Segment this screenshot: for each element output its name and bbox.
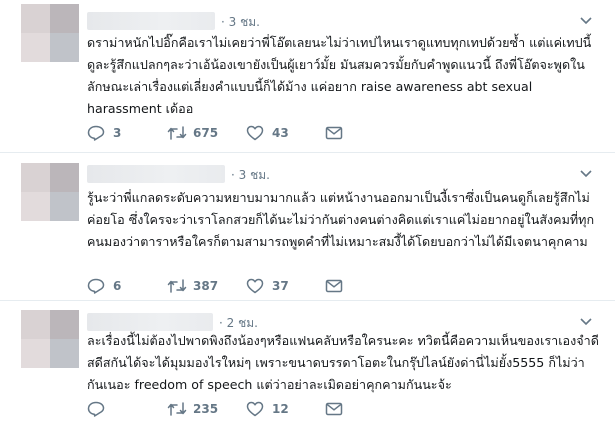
heart-icon [246, 125, 264, 141]
blurred-username[interactable] [87, 313, 213, 331]
reply-count: 6 [113, 279, 122, 293]
blurred-username[interactable] [87, 12, 215, 30]
reply-icon [87, 125, 105, 141]
tweet[interactable]: · 3 ชม. ดราม่าหนักไปอิ๊กคือเราไม่เคยว่าพ… [0, 0, 615, 152]
retweet-count: 235 [193, 402, 219, 416]
message-icon [325, 402, 343, 416]
chevron-down-icon[interactable] [579, 16, 593, 26]
tweet-text: ละเรื่องนี้ไม่ต้องไปพาดพิงถึงน้องๆหรือแฟ… [87, 333, 599, 392]
reply-icon [87, 278, 105, 294]
heart-icon [246, 278, 264, 294]
tweet-text: ดราม่าหนักไปอิ๊กคือเราไม่เคยว่าพี่โอ๊ตเล… [87, 35, 592, 116]
tweet[interactable]: · 2 ชม. ละเรื่องนี้ไม่ต้องไปพาดพิงถึงน้อ… [0, 300, 615, 427]
reply-icon [87, 401, 105, 417]
like-count: 37 [272, 279, 289, 293]
like-count: 43 [272, 126, 289, 140]
blurred-username[interactable] [87, 165, 225, 183]
tweet-timestamp[interactable]: · 3 ชม. [221, 13, 260, 32]
tweet-actions: 3 675 43 [87, 124, 507, 144]
retweet-icon [167, 402, 187, 416]
tweet-actions: 235 12 [87, 400, 507, 420]
avatar[interactable] [21, 310, 79, 368]
avatar[interactable] [21, 163, 79, 221]
retweet-icon [167, 279, 187, 293]
reply-count: 3 [113, 126, 122, 140]
tweet-actions: 6 387 37 [87, 277, 507, 297]
retweet-icon [167, 126, 187, 140]
tweet-text: รู้นะว่าพี่แกลดระดับความหยาบมามากแล้ว แต… [87, 190, 595, 249]
retweet-count: 387 [193, 279, 219, 293]
chevron-down-icon[interactable] [579, 169, 593, 179]
message-icon [325, 126, 343, 140]
tweet-timestamp[interactable]: · 3 ชม. [231, 166, 270, 185]
avatar[interactable] [21, 4, 79, 62]
like-count: 12 [272, 402, 289, 416]
heart-icon [246, 401, 264, 417]
retweet-count: 675 [193, 126, 219, 140]
message-icon [325, 279, 343, 293]
chevron-down-icon[interactable] [579, 317, 593, 327]
tweet[interactable]: · 3 ชม. รู้นะว่าพี่แกลดระดับความหยาบมามา… [0, 152, 615, 301]
